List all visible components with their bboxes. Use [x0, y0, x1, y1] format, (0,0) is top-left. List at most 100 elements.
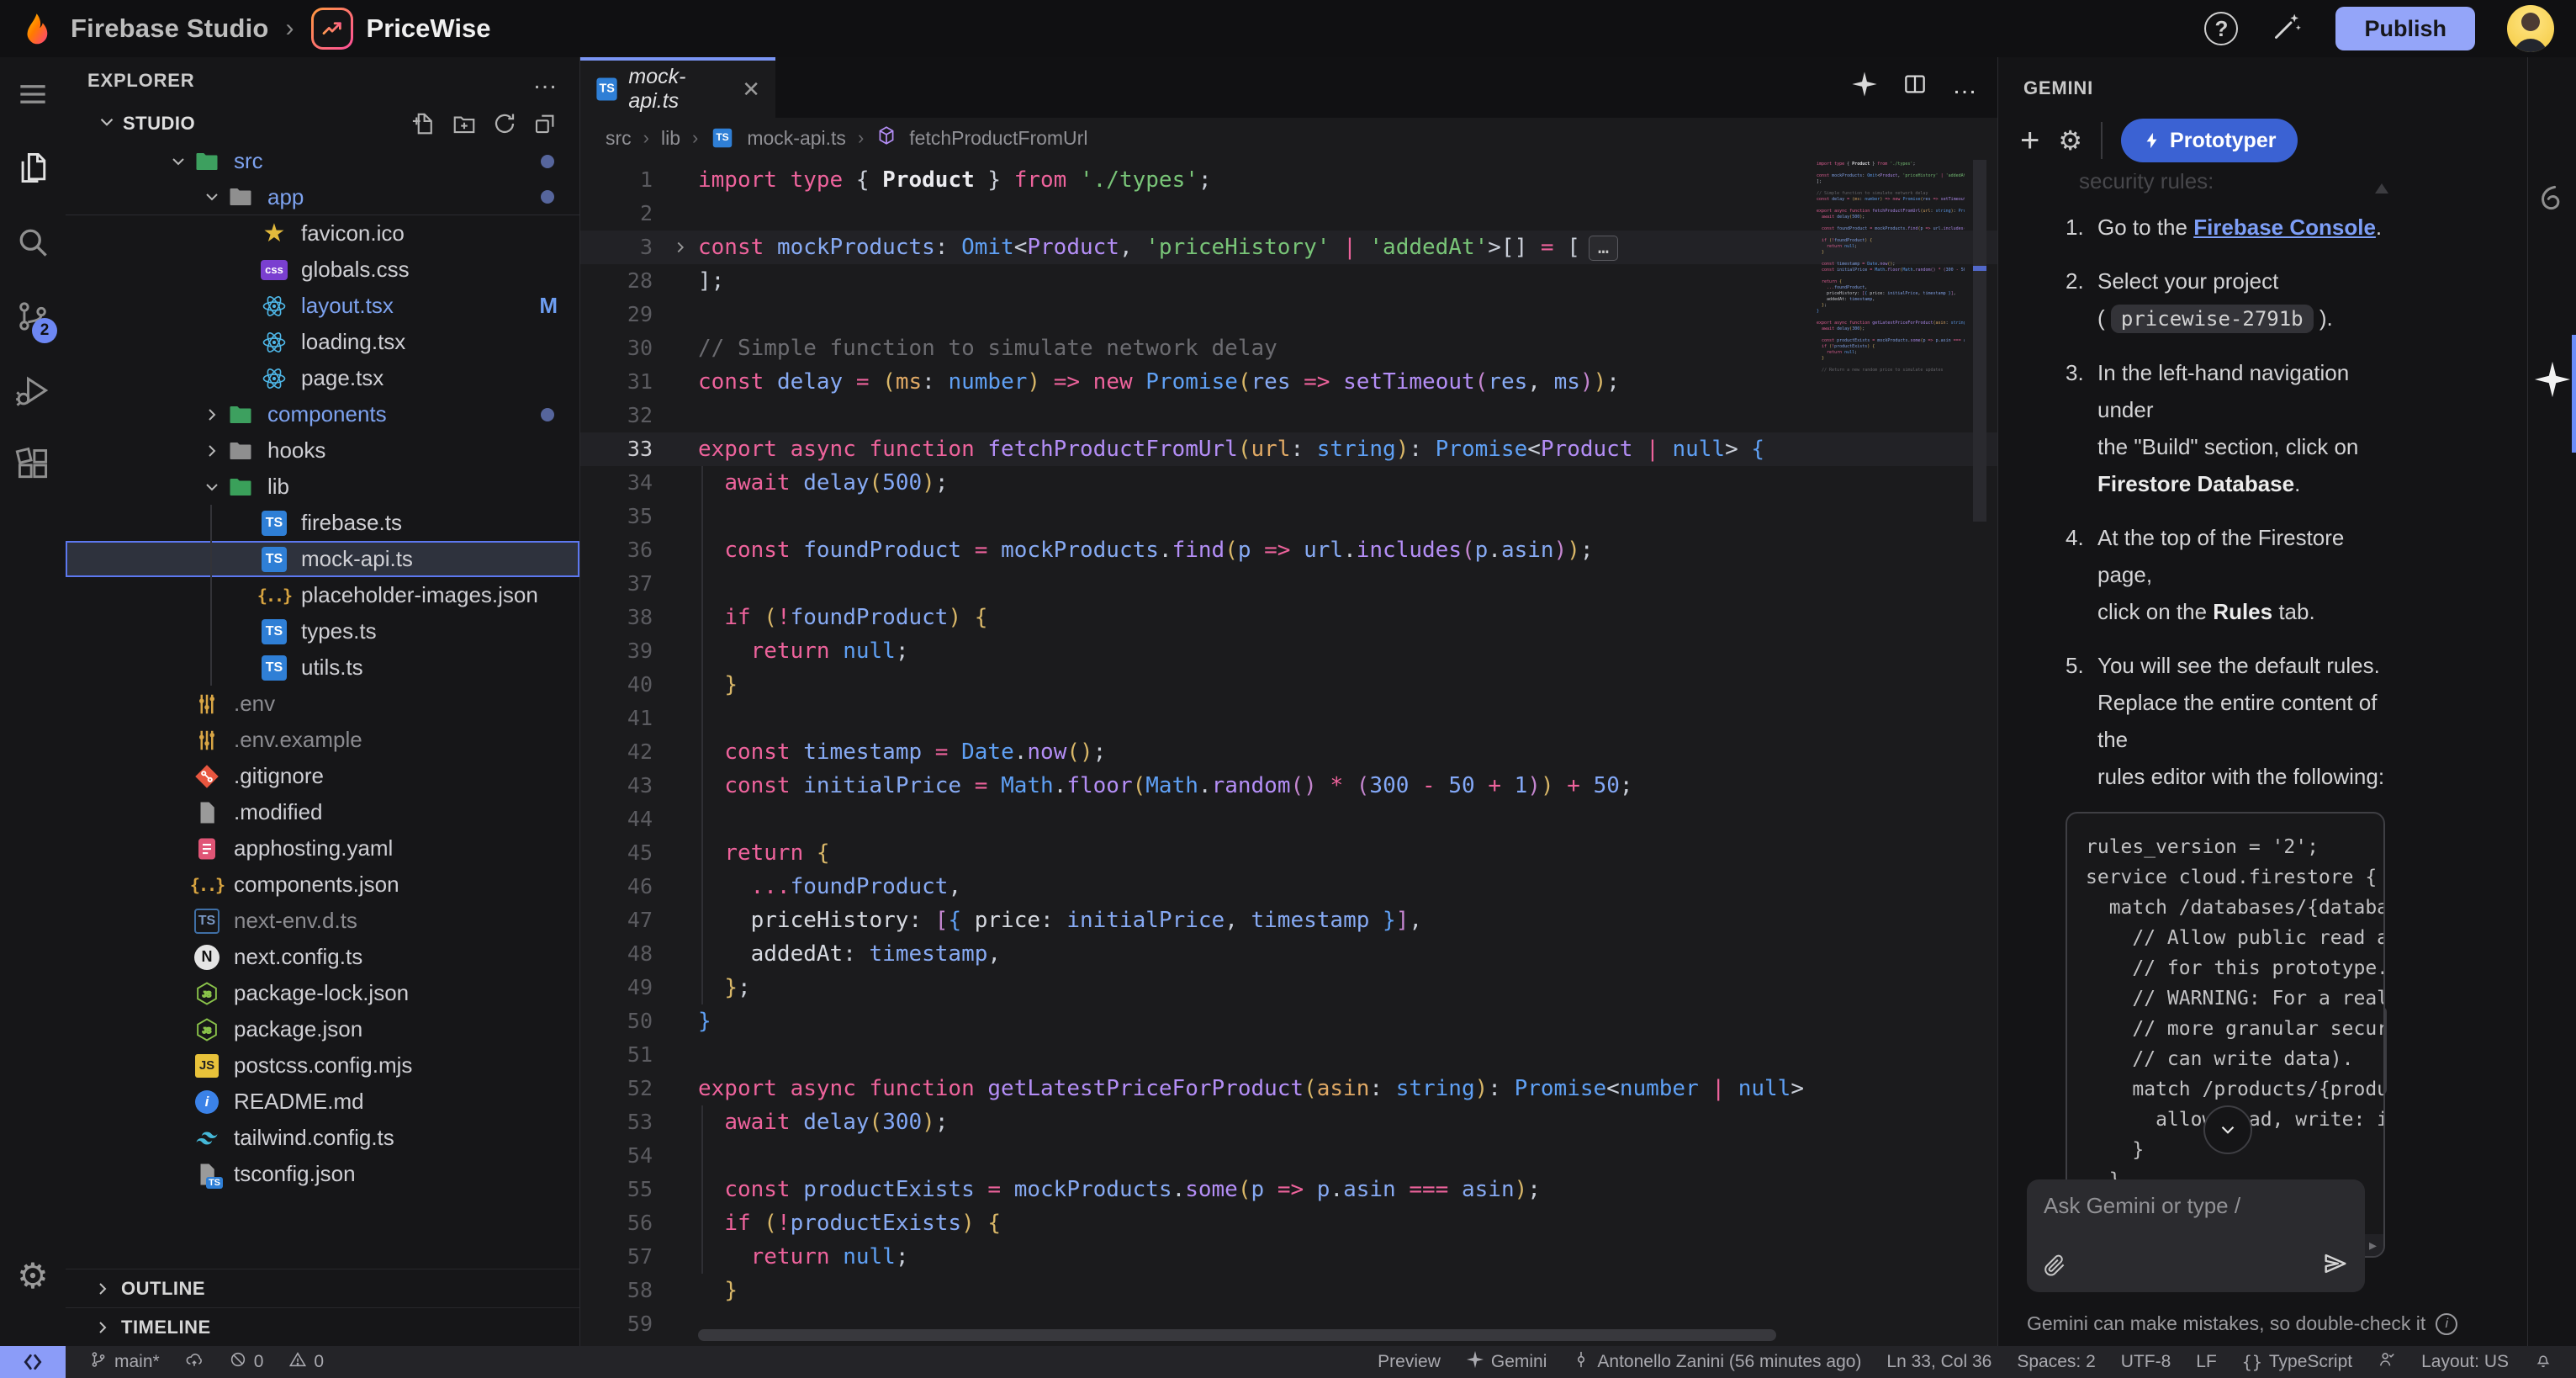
code-line-36[interactable]: 36 const foundProduct = mockProducts.fin…: [580, 533, 1997, 567]
code-line-1[interactable]: 1import type { Product } from './types';: [580, 163, 1997, 197]
editor-vertical-scrollbar[interactable]: [1973, 158, 1986, 1346]
code-line-33[interactable]: 33export async function fetchProductFrom…: [580, 432, 1997, 466]
tree-item-package-lock.json[interactable]: JSpackage-lock.json: [66, 975, 579, 1011]
tree-item-components.json[interactable]: {..}components.json: [66, 867, 579, 903]
code-line-49[interactable]: 49 };: [580, 971, 1997, 1004]
tree-item-types.ts[interactable]: TStypes.ts: [66, 613, 579, 649]
attach-file-icon[interactable]: [2042, 1253, 2067, 1282]
status-item-0[interactable]: 0: [288, 1350, 324, 1374]
status-item-0[interactable]: 0: [229, 1350, 264, 1374]
gemini-view-icon[interactable]: [2533, 360, 2572, 403]
timeline-section[interactable]: TIMELINE: [66, 1307, 579, 1346]
code-line-35[interactable]: 35: [580, 500, 1997, 533]
tree-item-layout.tsx[interactable]: layout.tsxM: [66, 288, 579, 324]
code-line-48[interactable]: 48 addedAt: timestamp,: [580, 937, 1997, 971]
tree-item-.modified[interactable]: .modified: [66, 794, 579, 830]
minimap[interactable]: import type { Product } from './types';c…: [1817, 162, 1965, 374]
status-item-spaces-2[interactable]: Spaces: 2: [2017, 1352, 2095, 1372]
code-line-53[interactable]: 53 await delay(300);: [580, 1105, 1997, 1139]
search-icon[interactable]: [0, 205, 66, 279]
tree-item-.env.example[interactable]: .env.example: [66, 722, 579, 758]
tree-item-tailwind.config.ts[interactable]: tailwind.config.ts: [66, 1120, 579, 1156]
code-editor[interactable]: 1import type { Product } from './types';…: [580, 158, 1997, 1346]
scroll-to-bottom-button[interactable]: [2203, 1105, 2252, 1154]
code-line-37[interactable]: 37: [580, 567, 1997, 601]
status-item-person[interactable]: [2378, 1350, 2396, 1374]
code-line-31[interactable]: 31const delay = (ms: number) => new Prom…: [580, 365, 1997, 399]
new-file-icon[interactable]: [411, 111, 436, 136]
status-item-gemini[interactable]: Gemini: [1466, 1350, 1547, 1374]
gemini-chat-input[interactable]: Ask Gemini or type /: [2027, 1179, 2365, 1292]
code-line-47[interactable]: 47 priceHistory: [{ price: initialPrice,…: [580, 904, 1997, 937]
status-item-bell[interactable]: [2534, 1350, 2552, 1374]
code-line-34[interactable]: 34 await delay(500);: [580, 466, 1997, 500]
code-line-40[interactable]: 40 }: [580, 668, 1997, 702]
breadcrumb[interactable]: src› lib› TS mock-api.ts› fetchProductFr…: [580, 118, 1997, 158]
tree-item-package.json[interactable]: JSpackage.json: [66, 1011, 579, 1047]
code-line-38[interactable]: 38 if (!foundProduct) {: [580, 601, 1997, 634]
tree-item-firebase.ts[interactable]: TSfirebase.ts: [66, 505, 579, 541]
publish-button[interactable]: Publish: [2335, 7, 2475, 50]
editor-horizontal-scrollbar[interactable]: [698, 1329, 1821, 1341]
app-prototyping-icon[interactable]: [2535, 183, 2570, 223]
code-line-50[interactable]: 50}: [580, 1004, 1997, 1038]
help-icon[interactable]: ?: [2204, 12, 2238, 45]
settings-gear-icon[interactable]: ⚙: [0, 1238, 66, 1312]
code-line-30[interactable]: 30// Simple function to simulate network…: [580, 331, 1997, 365]
explorer-icon[interactable]: [0, 131, 66, 205]
status-item-preview[interactable]: Preview: [1378, 1352, 1441, 1372]
code-line-42[interactable]: 42 const timestamp = Date.now();: [580, 735, 1997, 769]
tree-item-apphosting.yaml[interactable]: apphosting.yaml: [66, 830, 579, 867]
tree-item-next-env.d.ts[interactable]: TSnext-env.d.ts: [66, 903, 579, 939]
firebase-console-link[interactable]: Firebase Console: [2193, 215, 2376, 240]
code-line-41[interactable]: 41: [580, 702, 1997, 735]
tree-item-lib[interactable]: lib: [66, 469, 579, 505]
status-item-layout-us[interactable]: Layout: US: [2421, 1352, 2509, 1372]
status-item-lf[interactable]: LF: [2196, 1352, 2217, 1372]
code-line-2[interactable]: 2: [580, 197, 1997, 231]
tree-item-favicon.ico[interactable]: ★favicon.ico: [66, 215, 579, 252]
magic-wand-icon[interactable]: [2270, 10, 2304, 48]
tree-item-components[interactable]: components: [66, 396, 579, 432]
close-tab-icon[interactable]: ✕: [742, 77, 760, 103]
tree-item-postcss.config.mjs[interactable]: JSpostcss.config.mjs: [66, 1047, 579, 1084]
tree-item-next.config.ts[interactable]: Nnext.config.ts: [66, 939, 579, 975]
code-line-56[interactable]: 56 if (!productExists) {: [580, 1206, 1997, 1240]
code-line-43[interactable]: 43 const initialPrice = Math.floor(Math.…: [580, 769, 1997, 803]
refresh-icon[interactable]: [492, 111, 517, 136]
prototyper-mode-pill[interactable]: Prototyper: [2121, 119, 2298, 162]
explorer-more-icon[interactable]: …: [532, 66, 559, 95]
new-chat-icon[interactable]: +: [2020, 124, 2039, 157]
code-line-60[interactable]: 60 // Return a new random price to simul…: [580, 1341, 1997, 1346]
info-icon[interactable]: i: [2436, 1313, 2457, 1335]
code-line-58[interactable]: 58 }: [580, 1274, 1997, 1307]
tree-item-README.md[interactable]: iREADME.md: [66, 1084, 579, 1120]
tree-item-loading.tsx[interactable]: loading.tsx: [66, 324, 579, 360]
status-item-ln-33-col-36[interactable]: Ln 33, Col 36: [1886, 1352, 1992, 1372]
send-message-icon[interactable]: [2321, 1249, 2350, 1282]
new-folder-icon[interactable]: [452, 111, 477, 136]
tree-item-mock-api.ts[interactable]: TSmock-api.ts: [66, 541, 579, 577]
code-line-28[interactable]: 28];: [580, 264, 1997, 298]
outline-section[interactable]: OUTLINE: [66, 1269, 579, 1307]
code-line-46[interactable]: 46 ...foundProduct,: [580, 870, 1997, 904]
tree-item-page.tsx[interactable]: page.tsx: [66, 360, 579, 396]
tree-item-tsconfig.json[interactable]: TStsconfig.json: [66, 1156, 579, 1192]
user-avatar[interactable]: [2507, 5, 2554, 52]
code-line-52[interactable]: 52export async function getLatestPriceFo…: [580, 1072, 1997, 1105]
gemini-settings-icon[interactable]: ⚙: [2058, 125, 2082, 156]
collapse-all-icon[interactable]: [532, 111, 558, 136]
source-control-icon[interactable]: 2: [0, 279, 66, 353]
more-actions-icon[interactable]: …: [1952, 72, 1977, 100]
code-line-51[interactable]: 51: [580, 1038, 1997, 1072]
code-line-57[interactable]: 57 return null;: [580, 1240, 1997, 1274]
tree-item-hooks[interactable]: hooks: [66, 432, 579, 469]
tree-item-.env[interactable]: .env: [66, 686, 579, 722]
tree-item-placeholder-images.json[interactable]: {..}placeholder-images.json: [66, 577, 579, 613]
status-item-main-[interactable]: main*: [89, 1350, 160, 1374]
code-line-55[interactable]: 55 const productExists = mockProducts.so…: [580, 1173, 1997, 1206]
split-editor-icon[interactable]: [1902, 71, 1928, 102]
code-line-3[interactable]: 3const mockProducts: Omit<Product, 'pric…: [580, 231, 1997, 264]
tree-item-.gitignore[interactable]: .gitignore: [66, 758, 579, 794]
code-line-44[interactable]: 44: [580, 803, 1997, 836]
